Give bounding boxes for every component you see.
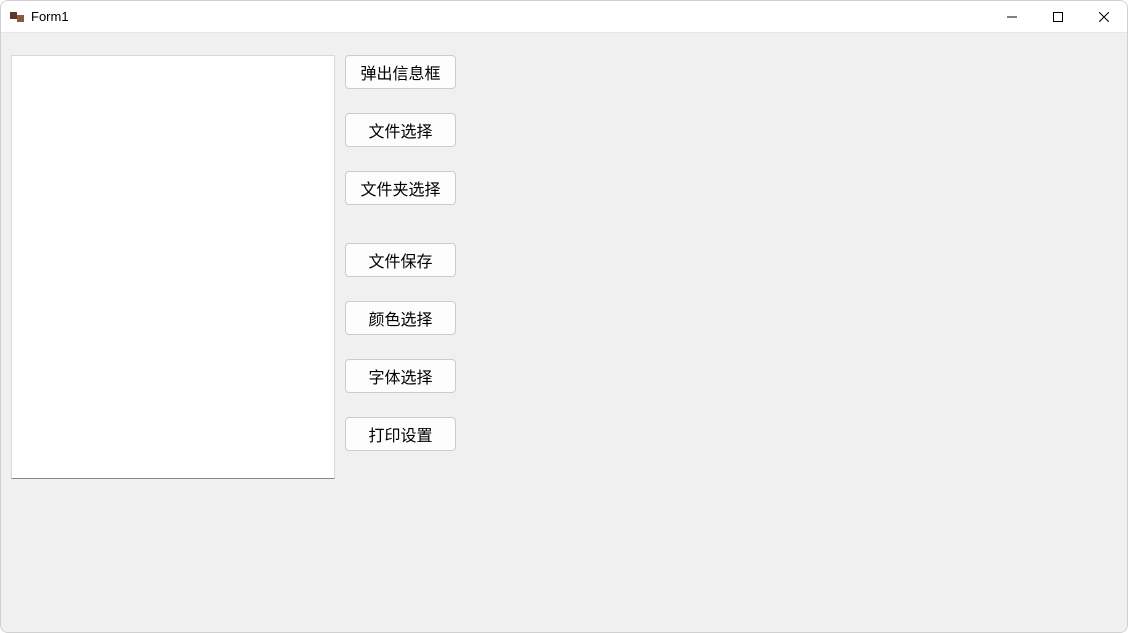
msgbox-button[interactable]: 弹出信息框 bbox=[345, 55, 456, 89]
client-area: 弹出信息框 文件选择 文件夹选择 文件保存 颜色选择 字体选择 打印设置 bbox=[1, 33, 1127, 632]
button-column: 弹出信息框 文件选择 文件夹选择 文件保存 颜色选择 字体选择 打印设置 bbox=[345, 55, 456, 475]
output-textbox[interactable] bbox=[11, 55, 335, 479]
titlebar[interactable]: Form1 bbox=[1, 1, 1127, 33]
font-pick-button[interactable]: 字体选择 bbox=[345, 359, 456, 393]
close-icon bbox=[1099, 12, 1109, 22]
color-pick-button[interactable]: 颜色选择 bbox=[345, 301, 456, 335]
app-icon bbox=[9, 9, 25, 25]
maximize-button[interactable] bbox=[1035, 1, 1081, 32]
print-setup-button[interactable]: 打印设置 bbox=[345, 417, 456, 451]
folder-browse-button[interactable]: 文件夹选择 bbox=[345, 171, 456, 205]
minimize-icon bbox=[1007, 12, 1017, 22]
window-controls bbox=[989, 1, 1127, 32]
minimize-button[interactable] bbox=[989, 1, 1035, 32]
window-frame: Form1 弹出信息框 文件选择 bbox=[0, 0, 1128, 633]
file-open-button[interactable]: 文件选择 bbox=[345, 113, 456, 147]
close-button[interactable] bbox=[1081, 1, 1127, 32]
maximize-icon bbox=[1053, 12, 1063, 22]
file-save-button[interactable]: 文件保存 bbox=[345, 243, 456, 277]
window-title: Form1 bbox=[31, 9, 989, 24]
